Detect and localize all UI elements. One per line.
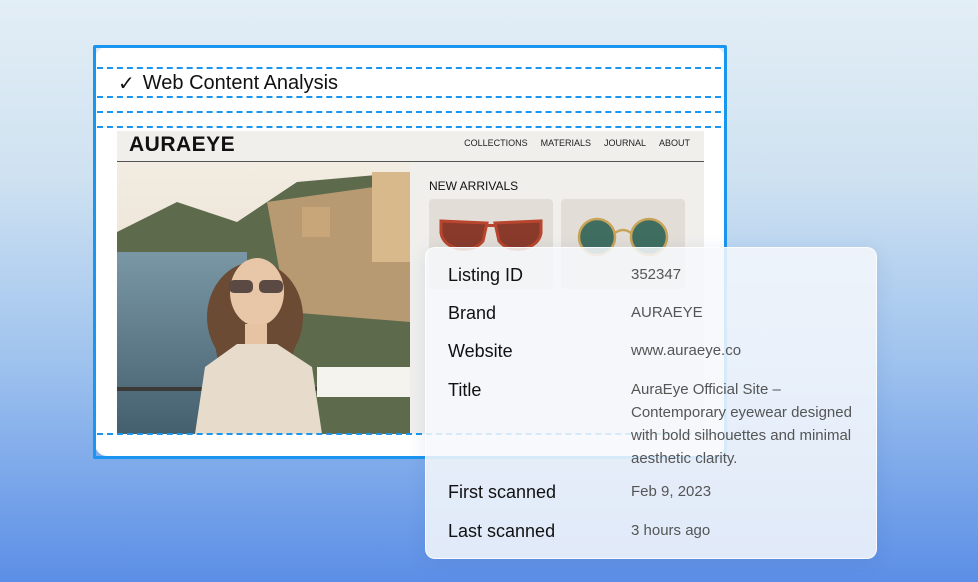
detail-label: Listing ID (448, 265, 524, 285)
guide-line (97, 96, 721, 98)
detail-label: First scanned (448, 482, 557, 502)
detail-label: Website (448, 341, 513, 361)
guide-line (97, 126, 721, 128)
guide-line (97, 111, 721, 113)
detail-label: Title (448, 380, 482, 400)
detail-value: Feb 9, 2023 (631, 483, 712, 500)
detail-value[interactable]: www.auraeye.co (631, 339, 866, 362)
detail-label: Last scanned (448, 521, 556, 541)
detail-value: AURAEYE (631, 304, 703, 321)
detail-value: 352347 (631, 266, 682, 283)
detail-value: 3 hours ago (631, 522, 711, 539)
detail-label: Brand (448, 303, 497, 323)
detail-value: AuraEye Official Site – Contemporary eye… (631, 381, 852, 467)
guide-line (97, 67, 721, 69)
listing-details-panel: Listing ID 352347 Brand AURAEYE Website … (425, 247, 877, 559)
